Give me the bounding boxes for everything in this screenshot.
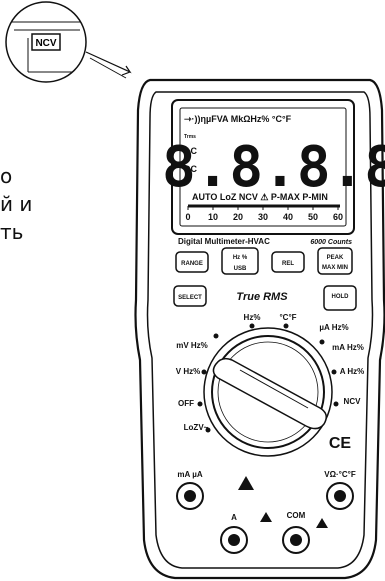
select-button[interactable]: SELECT — [173, 285, 207, 307]
jack-a[interactable] — [220, 526, 248, 554]
dial-pos-hz: Hz% — [244, 313, 261, 322]
dial-pos-v: V Hz% — [176, 367, 200, 376]
hold-button-label: HOLD — [332, 294, 350, 300]
jack-com[interactable] — [282, 526, 310, 554]
lcd-scale-0: 0 — [185, 212, 190, 222]
true-rms-label: True RMS — [236, 291, 288, 303]
jack-v-ohm-label: VΩ·°C°F — [324, 470, 356, 479]
rel-button[interactable]: REL — [271, 251, 305, 273]
dial-pos-lozv: LoZV~ — [184, 423, 209, 432]
lcd-scale-40: 40 — [283, 212, 293, 222]
dial-pos-off: OFF — [178, 399, 194, 408]
hz-usb-button[interactable]: Hz % USB — [221, 247, 259, 275]
dial-pos-ma: mA Hz% — [332, 343, 364, 352]
ncv-callout-label: NCV — [35, 38, 56, 49]
rel-button-label: REL — [282, 261, 294, 267]
multimeter-illustration: NCV ⇾·))ηµFVA MkΩHz% °C°F Trms AC DC 8.8… — [5, 1, 385, 580]
range-button[interactable]: RANGE — [175, 251, 209, 273]
lcd-scale-60: 60 — [333, 212, 343, 222]
peak-button-label: PEAK — [327, 255, 344, 261]
counts-label: 6000 Counts — [310, 239, 352, 246]
model-name: Digital Multimeter-HVAC — [178, 237, 270, 246]
ncv-callout: NCV — [5, 1, 132, 83]
peak-maxmin-button[interactable]: PEAK MAX MIN — [317, 247, 353, 275]
lcd-digits: 8.8.8.8 — [162, 135, 385, 200]
ce-mark: CE — [329, 435, 352, 452]
jack-ma-ua-label: mA µA — [177, 470, 202, 479]
rotary-dial[interactable] — [203, 327, 333, 457]
jack-ma-ua[interactable] — [176, 482, 204, 510]
dial-pos-ncv: NCV — [344, 397, 362, 406]
dial-pos-a: A Hz% — [340, 367, 365, 376]
lcd-bottom-row: AUTO LoZ NCV ⚠ P-MAX P-MIN — [192, 192, 328, 202]
jack-com-label: COM — [287, 511, 306, 520]
maxmin-button-label: MAX MIN — [322, 265, 348, 271]
hz-button-label: Hz % — [233, 255, 248, 261]
usb-button-label: USB — [234, 266, 247, 272]
dial-pos-temp: °C°F — [279, 313, 296, 322]
lcd-scale-20: 20 — [233, 212, 243, 222]
lcd-scale-30: 30 — [258, 212, 268, 222]
dial-pos-mv: mV Hz% — [176, 341, 208, 350]
lcd-scale-10: 10 — [208, 212, 218, 222]
dial-pos-ua: µA Hz% — [319, 323, 348, 332]
jack-a-label: A — [231, 513, 237, 522]
lcd-scale-50: 50 — [308, 212, 318, 222]
range-button-label: RANGE — [181, 261, 203, 267]
hold-button[interactable]: HOLD — [323, 285, 357, 311]
jack-v-ohm[interactable] — [326, 482, 354, 510]
lcd-top-row: ⇾·))ηµFVA MkΩHz% °C°F — [184, 114, 292, 124]
select-button-label: SELECT — [178, 295, 202, 301]
